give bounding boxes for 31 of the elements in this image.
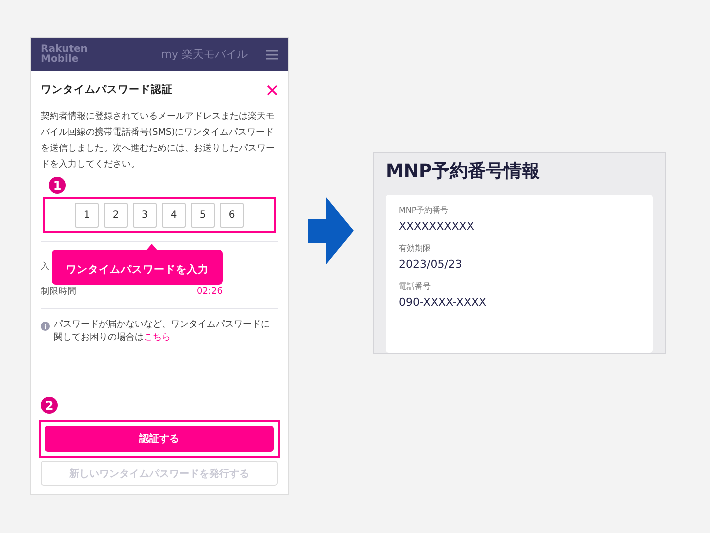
code-digit-field[interactable]: 2 <box>104 202 128 228</box>
field-label: 電話番号 <box>399 281 432 292</box>
result-title: MNP予約番号情報 <box>386 160 542 183</box>
timer-value: 02:26 <box>197 287 223 297</box>
code-digit-field[interactable]: 1 <box>75 202 99 228</box>
code-digit-field[interactable]: 3 <box>133 202 157 228</box>
step-badge: 1 <box>49 177 66 194</box>
logo-text: Rakuten <box>41 44 88 54</box>
field-label: 有効期限 <box>399 243 432 254</box>
help-text: パスワードが届かないなど、ワンタイムパスワードに関してお困りの場合はこちら <box>54 319 271 345</box>
field-value: XXXXXXXXXX <box>399 220 476 233</box>
close-icon[interactable] <box>267 84 278 96</box>
field-label: MNP予約番号 <box>399 205 450 216</box>
header-title: my 楽天モバイル <box>161 47 248 62</box>
info-icon <box>41 322 50 331</box>
help-link[interactable]: こちら <box>144 333 171 343</box>
verify-button[interactable]: 認証する <box>45 426 274 452</box>
step-badge: 2 <box>41 397 58 414</box>
field-value: 2023/05/23 <box>399 258 464 271</box>
logo-text: Mobile <box>41 54 80 64</box>
menu-icon[interactable] <box>266 50 278 60</box>
code-digit-field[interactable]: 5 <box>191 202 215 228</box>
field-value: 090-XXXX-XXXX <box>399 296 488 309</box>
tooltip-text: ワンタイムパスワードを入力 <box>66 264 209 276</box>
code-digit-field[interactable]: 4 <box>162 202 186 228</box>
right-arrow-icon <box>308 197 354 265</box>
code-digit-field[interactable]: 6 <box>220 202 244 228</box>
description-text: 契約者情報に登録されているメールアドレスまたは楽天モバイル回線の携帯電話番号(SMS)にワンタイムパスワードを送信しました。次へ進むためには、お送りしたパスワードを入力してください。 <box>41 110 276 172</box>
input-label: 入 <box>41 261 50 273</box>
dialog-title: ワンタイムパスワード認証 <box>41 83 173 97</box>
timer-label: 制限時間 <box>41 286 77 298</box>
